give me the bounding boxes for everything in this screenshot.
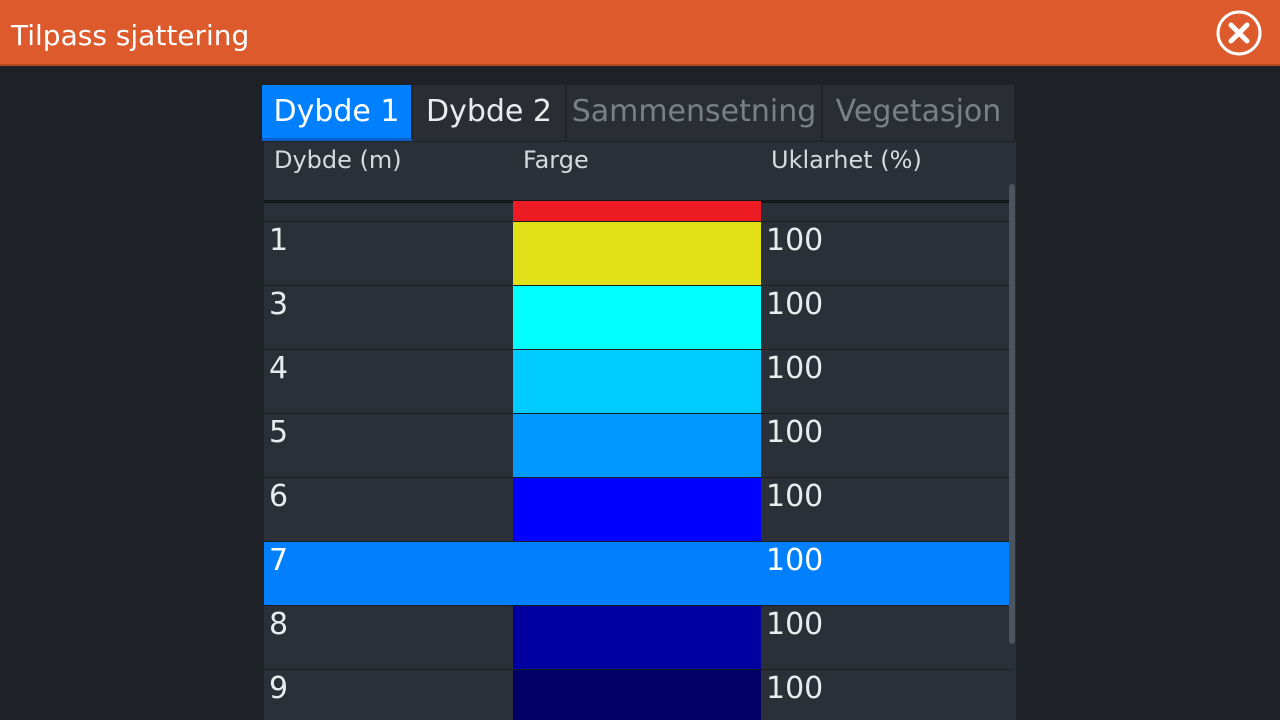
color-swatch[interactable] [513, 222, 761, 285]
depth-value: 8 [269, 607, 289, 642]
color-swatch[interactable] [513, 670, 761, 720]
opacity-value: 100 [766, 607, 824, 642]
table-row[interactable]: 3 100 [264, 286, 1010, 350]
scrollbar[interactable] [1009, 184, 1015, 644]
column-header-color: Farge [523, 146, 589, 174]
tab-dybde-1[interactable]: Dybde 1 [262, 85, 413, 141]
depth-value: 1 [269, 223, 289, 258]
table-row[interactable]: 7 100 [264, 542, 1010, 606]
color-swatch[interactable] [513, 542, 761, 605]
opacity-value: 100 [766, 479, 824, 514]
color-swatch[interactable] [513, 414, 761, 477]
color-swatch[interactable] [513, 606, 761, 669]
table-row[interactable]: 8 100 [264, 606, 1010, 670]
opacity-value: 100 [766, 415, 824, 450]
shading-table: Dybde (m) Farge Uklarhet (%) 1 100 3 100 4 10… [264, 142, 1016, 720]
table-row[interactable] [264, 201, 1010, 222]
color-swatch[interactable] [513, 350, 761, 413]
table-row[interactable]: 9 100 [264, 670, 1010, 720]
opacity-value: 100 [766, 351, 824, 386]
opacity-value: 100 [766, 671, 824, 706]
opacity-value: 100 [766, 543, 824, 578]
tab-dybde-2[interactable]: Dybde 2 [413, 85, 567, 141]
depth-value: 4 [269, 351, 289, 386]
window-title: Tilpass sjattering [11, 19, 250, 52]
color-swatch[interactable] [513, 478, 761, 541]
table-row[interactable]: 6 100 [264, 478, 1010, 542]
opacity-value: 100 [766, 287, 824, 322]
depth-value: 3 [269, 287, 289, 322]
opacity-value: 100 [766, 223, 824, 258]
tab-bar: Dybde 1 Dybde 2 Sammensetning Vegetasjon [262, 85, 1014, 141]
tab-sammensetning[interactable]: Sammensetning [567, 85, 823, 141]
table-row[interactable]: 1 100 [264, 222, 1010, 286]
table-row[interactable]: 5 100 [264, 414, 1010, 478]
depth-value: 5 [269, 415, 289, 450]
tab-vegetasjon[interactable]: Vegetasjon [823, 85, 1014, 141]
color-swatch[interactable] [513, 201, 761, 221]
depth-value: 6 [269, 479, 289, 514]
column-header-depth: Dybde (m) [274, 146, 402, 174]
close-icon[interactable] [1216, 10, 1262, 56]
table-row[interactable]: 4 100 [264, 350, 1010, 414]
title-bar: Tilpass sjattering [0, 0, 1280, 66]
depth-value: 7 [269, 543, 289, 578]
color-swatch[interactable] [513, 286, 761, 349]
column-header-opacity: Uklarhet (%) [771, 146, 922, 174]
depth-value: 9 [269, 671, 289, 706]
